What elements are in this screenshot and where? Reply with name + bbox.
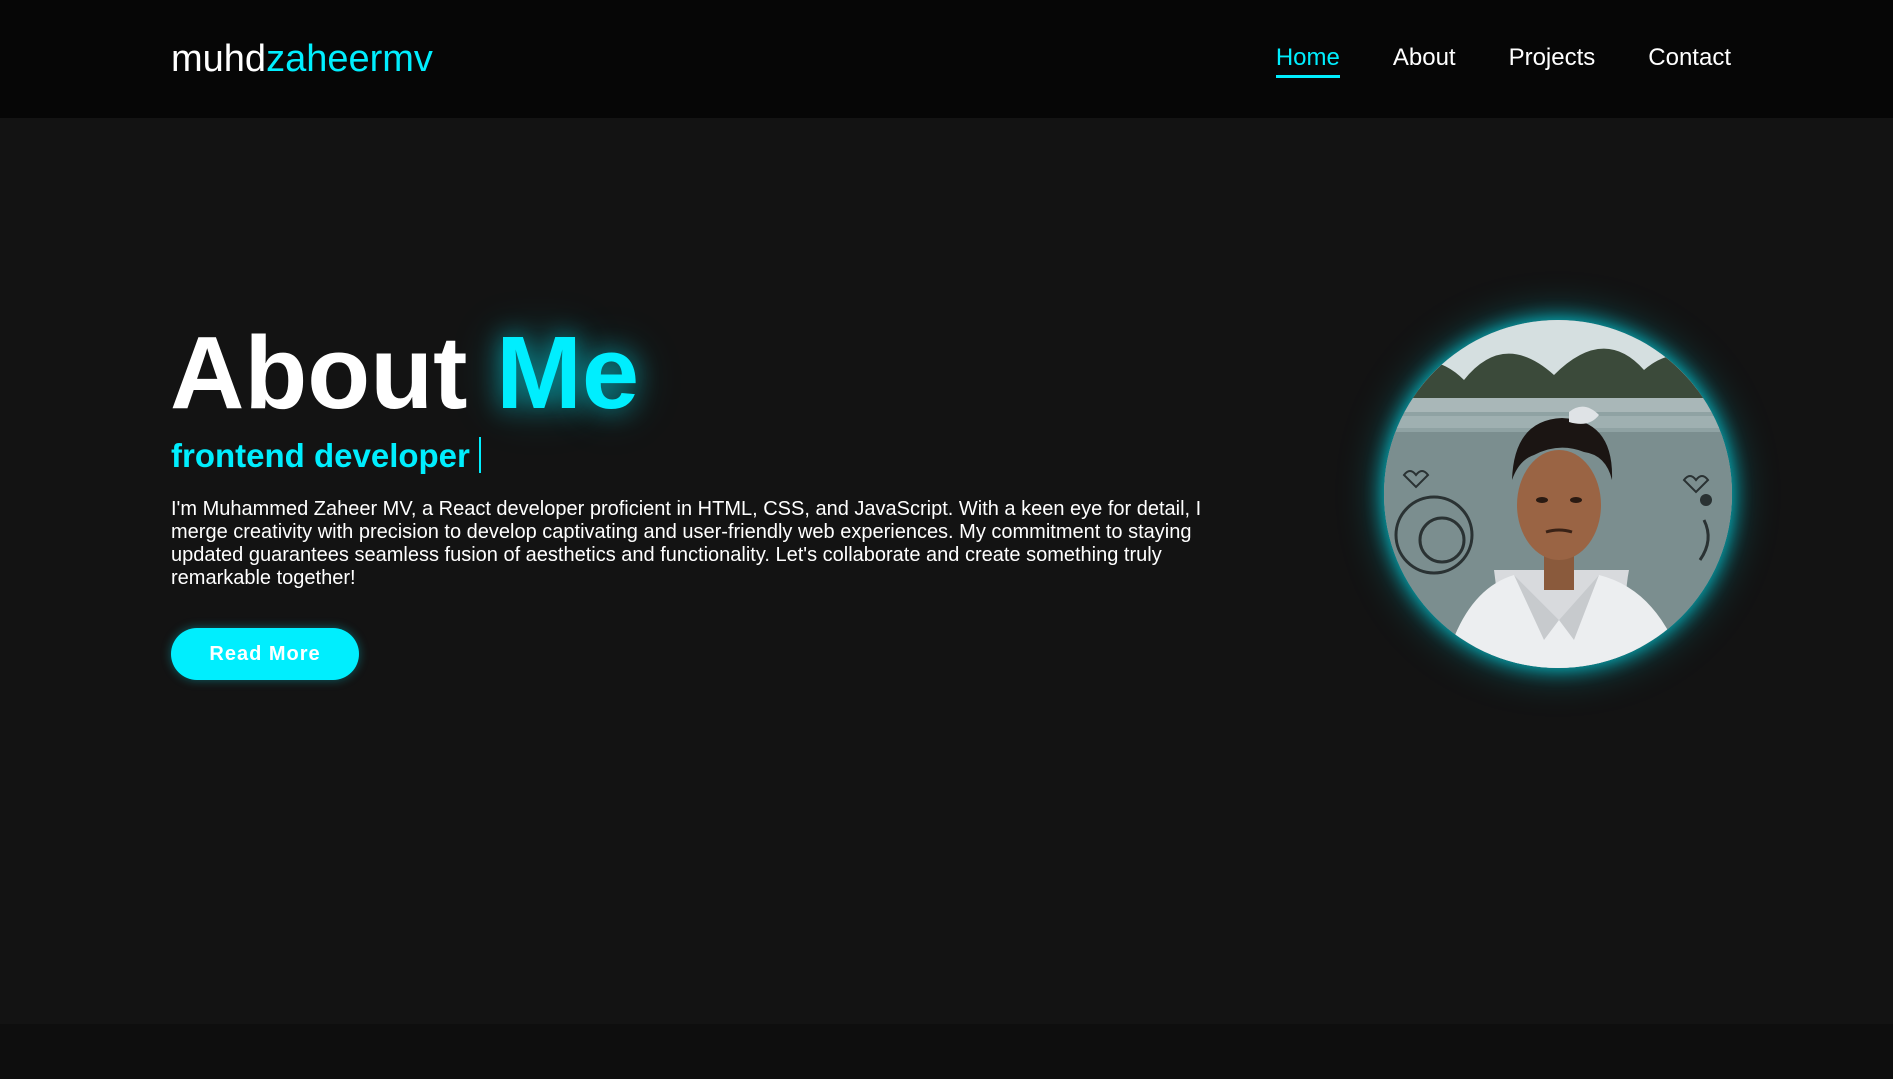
read-more-button[interactable]: Read More	[171, 628, 359, 680]
section-title: About Me	[170, 313, 639, 433]
bio-paragraph: I'm Muhammed Zaheer MV, a React develope…	[171, 498, 1202, 589]
profile-avatar	[1384, 320, 1732, 668]
page-bottom-band	[0, 1024, 1893, 1079]
main-nav: Home About Projects Contact	[1275, 44, 1731, 78]
site-logo[interactable]: muhdzaheermv	[171, 36, 433, 82]
about-section: About Me frontend developer I'm Muhammed…	[0, 118, 1893, 1024]
site-header: muhdzaheermv Home About Projects Contact	[0, 0, 1893, 118]
nav-link-home[interactable]: Home	[1275, 44, 1340, 78]
title-word-me: Me	[496, 315, 640, 430]
logo-text-primary: muhd	[171, 38, 267, 80]
role-text: frontend developer	[171, 437, 470, 474]
role-subtitle: frontend developer	[171, 436, 481, 476]
nav-link-projects[interactable]: Projects	[1509, 44, 1596, 78]
logo-text-accent: zaheermv	[266, 38, 433, 80]
nav-link-about[interactable]: About	[1393, 44, 1456, 78]
typing-caret	[478, 437, 481, 473]
nav-link-contact[interactable]: Contact	[1648, 44, 1731, 78]
profile-photo-image	[1384, 320, 1732, 668]
title-word-about: About	[170, 315, 468, 430]
